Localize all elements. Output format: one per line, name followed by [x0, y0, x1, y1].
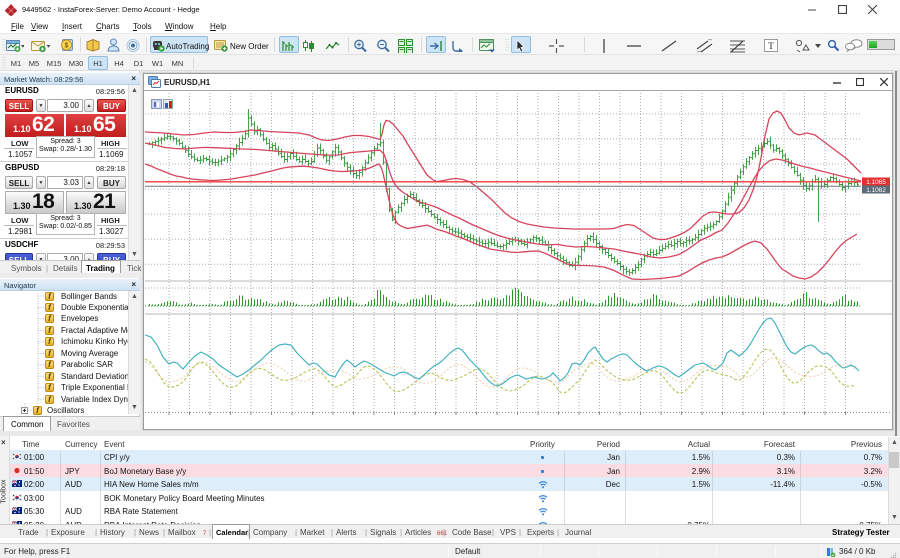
svg-text:1.1062: 1.1062 [866, 187, 886, 194]
svg-text:$: $ [65, 43, 69, 50]
svg-text:T: T [768, 41, 774, 51]
svg-text:1.1065: 1.1065 [866, 179, 886, 186]
